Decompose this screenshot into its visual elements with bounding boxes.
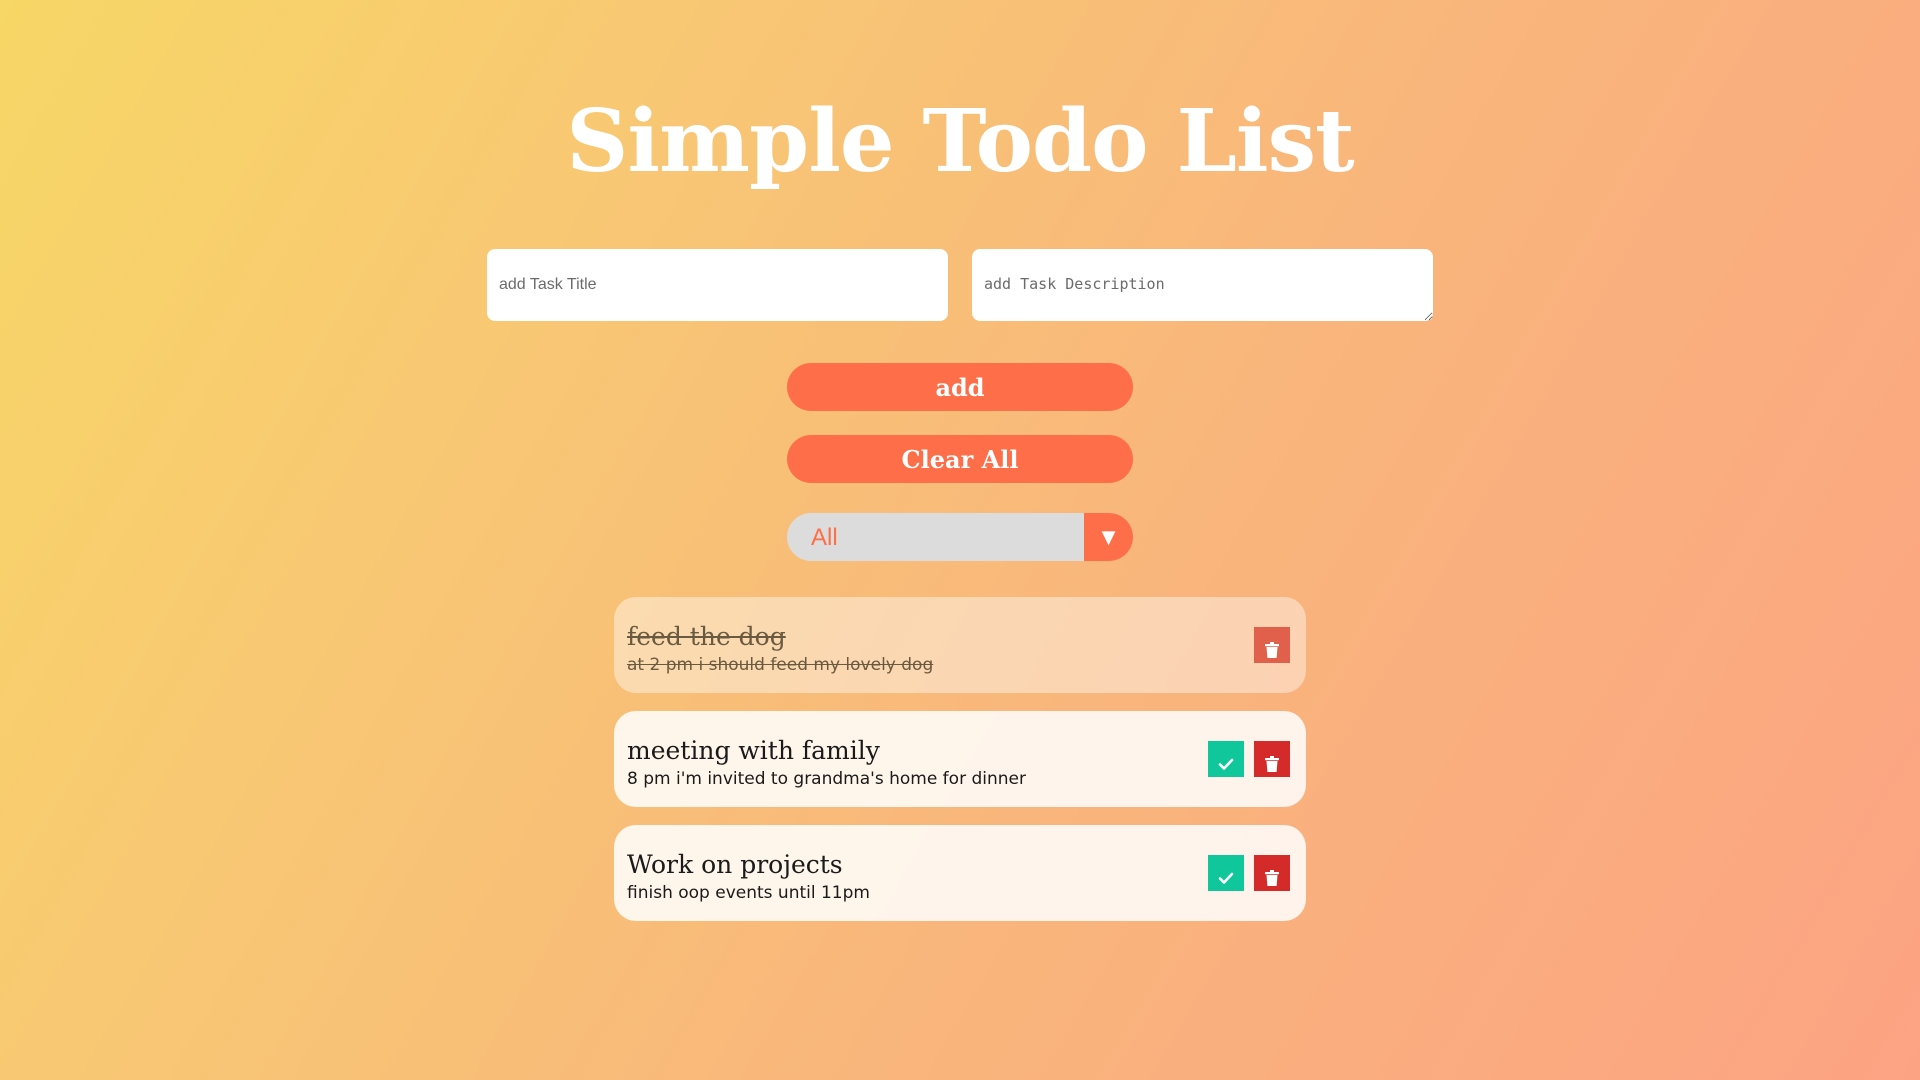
trash-icon [1265,642,1279,658]
todo-description: 8 pm i'm invited to grandma's home for d… [627,769,1026,789]
delete-button[interactable] [1254,627,1290,663]
add-button[interactable]: add [787,363,1133,411]
filter-selected-value: All [811,524,838,551]
filter-select[interactable]: All ▼ [787,513,1133,561]
todo-item: feed the dog at 2 pm i should feed my lo… [614,597,1306,693]
todo-description: at 2 pm i should feed my lovely dog [627,655,934,675]
page-title: Simple Todo List [566,91,1354,192]
todo-title: feed the dog [627,622,786,651]
todo-title: meeting with family [627,736,880,765]
complete-button[interactable] [1208,741,1244,777]
clear-all-button[interactable]: Clear All [787,435,1133,483]
trash-icon [1265,756,1279,772]
todo-description: finish oop events until 11pm [627,883,870,903]
trash-icon [1265,870,1279,886]
delete-button[interactable] [1254,855,1290,891]
task-title-input[interactable] [487,249,948,321]
triangle-down-icon[interactable]: ▼ [1084,513,1133,561]
delete-button[interactable] [1254,741,1290,777]
check-icon [1218,758,1234,770]
todo-list: feed the dog at 2 pm i should feed my lo… [614,597,1306,939]
complete-button[interactable] [1208,855,1244,891]
task-description-input[interactable] [972,249,1433,321]
check-icon [1218,872,1234,884]
todo-item: meeting with family 8 pm i'm invited to … [614,711,1306,807]
todo-item: Work on projects finish oop events until… [614,825,1306,921]
todo-title: Work on projects [627,850,843,879]
